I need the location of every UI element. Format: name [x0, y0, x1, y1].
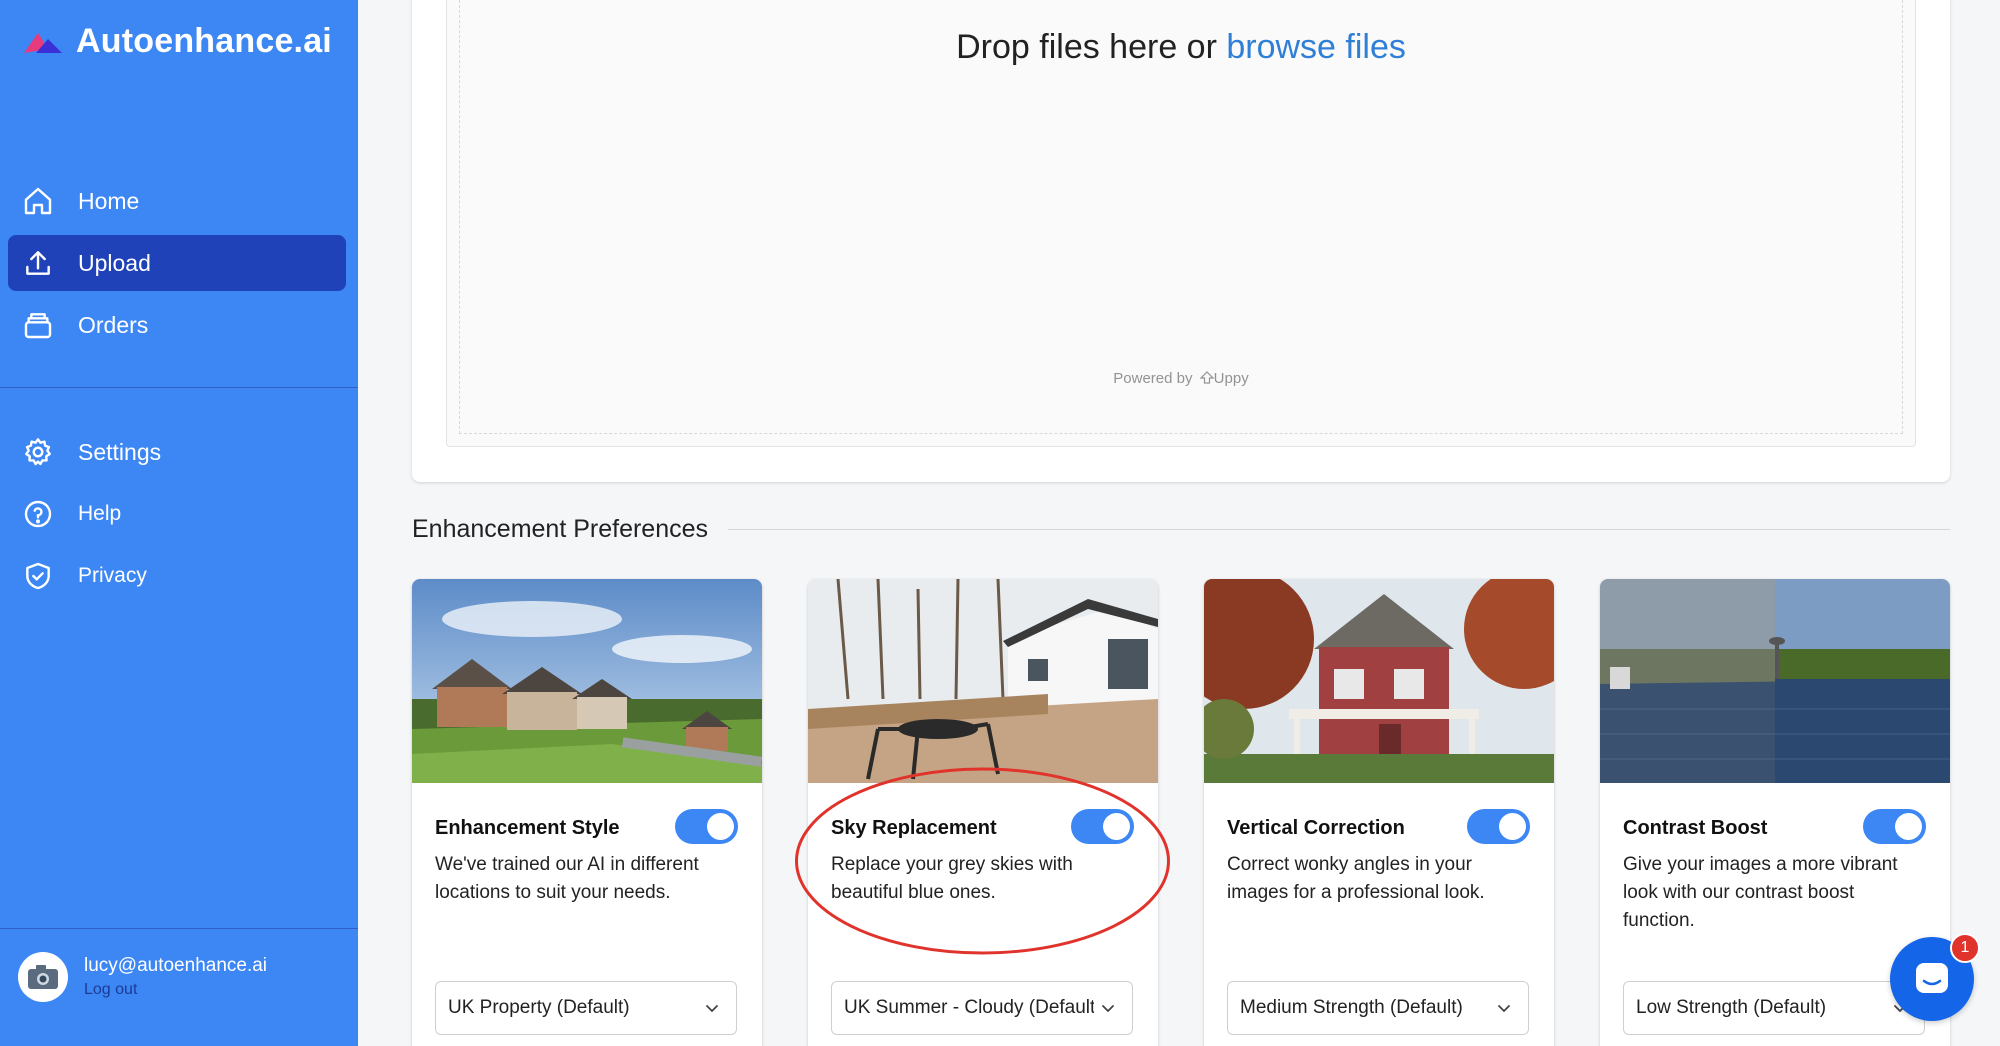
home-icon — [20, 183, 56, 219]
card-title: Contrast Boost — [1623, 817, 1768, 839]
brand[interactable]: Autoenhance.ai — [22, 22, 332, 61]
camera-icon — [28, 965, 58, 989]
powered-by-brand: Uppy — [1213, 370, 1249, 387]
contrast-boost-select[interactable]: Low Strength (Default) — [1623, 981, 1925, 1035]
dropzone-text: Drop files here or browse files — [447, 28, 1915, 67]
gear-icon — [20, 434, 56, 470]
nav-item-help[interactable]: Help — [8, 486, 346, 542]
nav-item-label: Privacy — [78, 564, 147, 587]
pref-card-enhancement-style: Enhancement Style We've trained our AI i… — [412, 579, 762, 1046]
select-value: Medium Strength (Default) — [1240, 997, 1463, 1018]
upload-card: Drop files here or browse files Powered … — [412, 0, 1950, 482]
card-description: Give your images a more vibrant look wit… — [1623, 854, 1898, 931]
shield-icon — [20, 558, 56, 594]
user-profile: lucy@autoenhance.ai Log out — [18, 952, 267, 1002]
powered-by-label: Powered by — [1113, 370, 1193, 387]
brand-logo-icon — [24, 32, 62, 53]
card-title: Enhancement Style — [435, 817, 620, 839]
logout-link[interactable]: Log out — [84, 981, 267, 999]
chevron-down-icon — [1498, 1005, 1510, 1013]
chevron-down-icon — [1102, 1005, 1114, 1013]
avatar[interactable] — [18, 952, 68, 1002]
nav-item-label: Help — [78, 502, 122, 525]
vertical-correction-image — [1204, 579, 1554, 783]
card-title: Vertical Correction — [1227, 817, 1405, 839]
card-description: We've trained our AI in different locati… — [435, 854, 699, 903]
nav-item-privacy[interactable]: Privacy — [8, 548, 346, 604]
select-value: UK Property (Default) — [448, 997, 630, 1018]
main-nav: Home Upload Orders — [8, 173, 346, 359]
notification-badge: 1 — [1950, 933, 1980, 963]
orders-icon — [20, 307, 56, 343]
contrast-boost-image — [1600, 579, 1950, 783]
pref-card-vertical-correction: Vertical Correction Correct wonky angles… — [1204, 579, 1554, 1046]
nav-item-label: Settings — [78, 438, 162, 465]
uppy-logo-icon — [1199, 371, 1215, 384]
contrast-boost-toggle[interactable] — [1863, 809, 1926, 844]
browse-files-link[interactable]: browse files — [1226, 28, 1406, 66]
nav-item-orders[interactable]: Orders — [8, 297, 346, 353]
card-description: Correct wonky angles in your images for … — [1227, 854, 1485, 903]
vertical-correction-select[interactable]: Medium Strength (Default) — [1227, 981, 1529, 1035]
dropzone[interactable]: Drop files here or browse files Powered … — [446, 0, 1916, 447]
select-value: Low Strength (Default) — [1636, 997, 1827, 1018]
nav-item-label: Home — [78, 187, 140, 214]
chat-icon — [1916, 963, 1948, 993]
nav-item-label: Upload — [78, 249, 151, 276]
dropzone-prompt: Drop files here or — [956, 28, 1227, 66]
enhancement-style-select[interactable]: UK Property (Default) — [435, 981, 737, 1035]
sidebar-divider — [0, 928, 358, 929]
help-icon — [20, 496, 56, 532]
nav-item-home[interactable]: Home — [8, 173, 346, 229]
upload-icon — [20, 245, 56, 281]
section-title: Enhancement Preferences — [412, 515, 709, 543]
secondary-nav: Settings Help Privacy — [8, 424, 346, 610]
nav-item-label: Orders — [78, 311, 149, 338]
vertical-correction-toggle[interactable] — [1467, 809, 1530, 844]
section-divider — [728, 529, 1950, 530]
enhancement-style-image — [412, 579, 762, 783]
user-email: lucy@autoenhance.ai — [84, 955, 268, 976]
sidebar: Autoenhance.ai Home Upload Orders Settin… — [0, 0, 358, 1046]
powered-by: Powered by Uppy — [447, 370, 1915, 387]
sky-replacement-image — [808, 579, 1158, 783]
nav-item-upload[interactable]: Upload — [8, 235, 346, 291]
select-value: UK Summer - Cloudy (Default) — [844, 997, 1094, 1018]
sky-replacement-select[interactable]: UK Summer - Cloudy (Default) — [831, 981, 1133, 1035]
nav-item-settings[interactable]: Settings — [8, 424, 346, 480]
sidebar-divider — [0, 387, 358, 388]
brand-name: Autoenhance.ai — [76, 22, 332, 60]
enhancement-style-toggle[interactable] — [675, 809, 738, 844]
annotation-circle — [795, 767, 1170, 955]
chevron-down-icon — [706, 1005, 718, 1013]
